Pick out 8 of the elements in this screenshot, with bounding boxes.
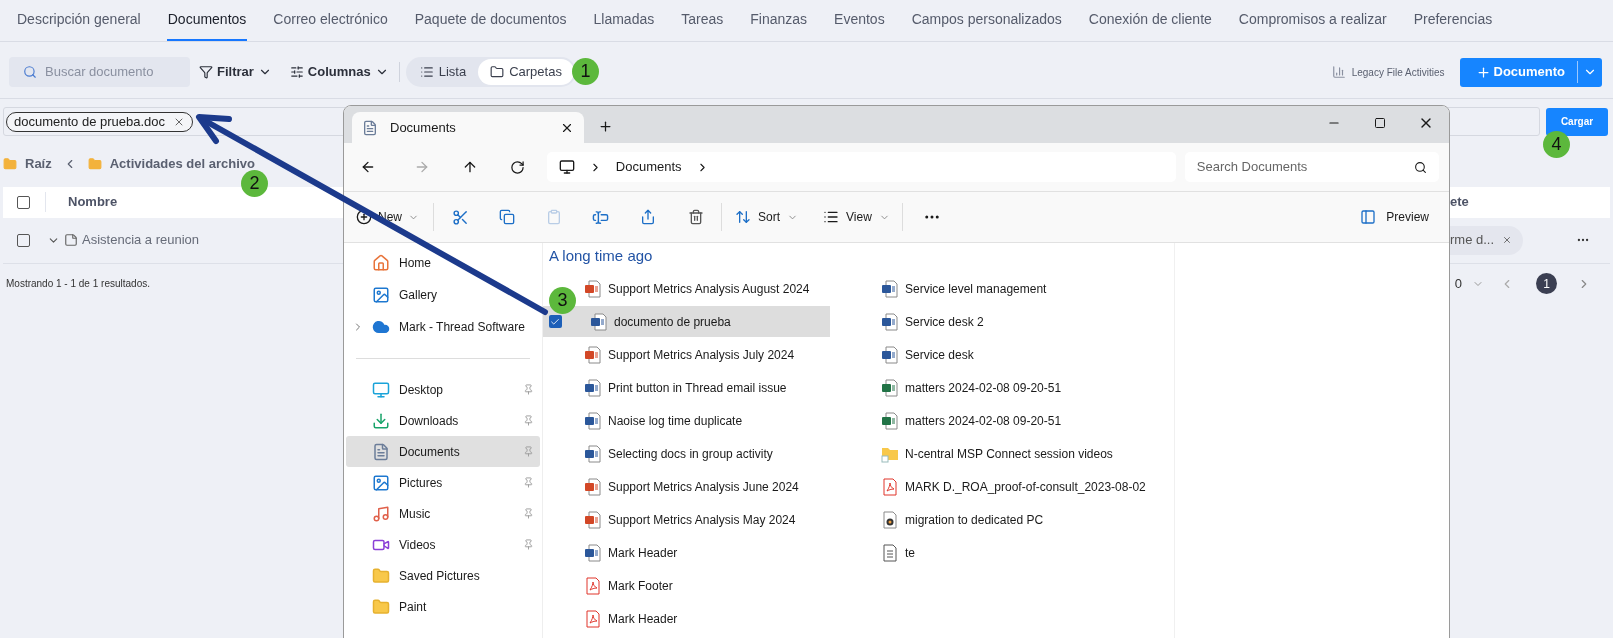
results-summary: Mostrando 1 - 1 de 1 resultados. [6,277,150,291]
file-chip: documento de prueba.doc [6,111,194,132]
step-badge: 4 [1543,131,1570,158]
tag-chip: rme d... [1450,225,1523,255]
column-header: ete [1450,193,1470,212]
step-badge: 1 [572,58,599,85]
group-heading: A long time ago [549,246,653,266]
table-cell-text: Asistencia a reunion [82,231,200,250]
